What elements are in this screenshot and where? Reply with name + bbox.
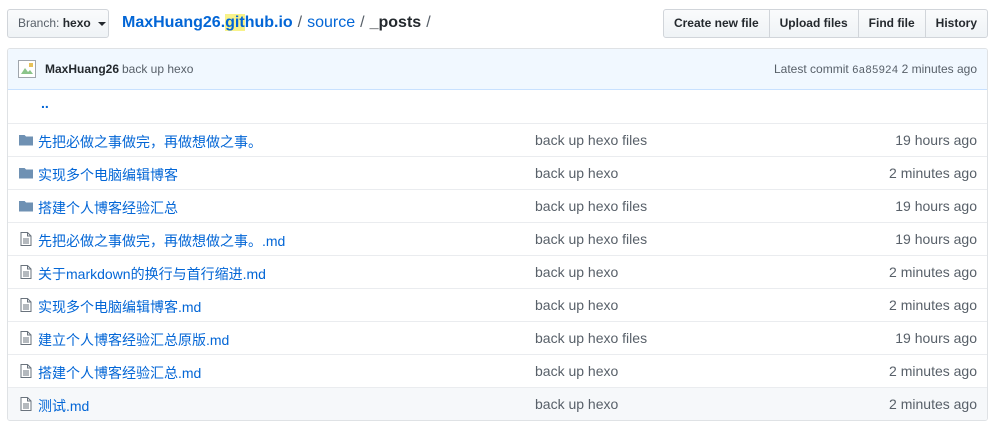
breadcrumb-separator: /	[297, 14, 303, 31]
repo-name-highlight: git	[225, 14, 245, 31]
file-name-link[interactable]: 先把必做之事做完，再做想做之事。	[38, 132, 262, 152]
file-row[interactable]: 关于markdown的换行与首行缩进.md back up hexo 2 minut…	[8, 255, 987, 288]
caret-down-icon	[98, 21, 107, 26]
find-file-button[interactable]: Find file	[857, 9, 926, 38]
file-commit-message[interactable]: back up hexo	[535, 165, 618, 181]
breadcrumb-current: _posts	[369, 14, 422, 31]
file-rows: 先把必做之事做完，再做想做之事。 back up hexo files 19 hou…	[8, 123, 987, 420]
file-icon	[18, 396, 34, 412]
folder-row[interactable]: 实现多个电脑编辑博客 back up hexo 2 minutes ago	[8, 156, 987, 189]
file-icon	[18, 297, 34, 313]
file-name-link[interactable]: 先把必做之事做完，再做想做之事。.md	[38, 231, 285, 251]
file-actions: Create new file Upload files Find file H…	[662, 9, 988, 38]
file-commit-message[interactable]: back up hexo files	[535, 198, 647, 214]
file-commit-message[interactable]: back up hexo	[535, 363, 618, 379]
branch-select-button[interactable]: Branch: hexo	[7, 9, 109, 38]
file-name-link[interactable]: 关于markdown的换行与首行缩进.md	[38, 264, 266, 284]
file-commit-age: 19 hours ago	[895, 198, 977, 214]
folder-row[interactable]: 搭建个人博客经验汇总 back up hexo files 19 hours ago	[8, 189, 987, 222]
latest-commit-label: Latest commit	[774, 62, 849, 76]
branch-name: hexo	[62, 16, 91, 30]
file-row[interactable]: 搭建个人博客经验汇总.md back up hexo 2 minutes ago	[8, 354, 987, 387]
file-commit-age: 2 minutes ago	[889, 264, 977, 280]
broken-avatar-icon[interactable]	[18, 60, 36, 78]
file-name-link[interactable]: 建立个人博客经验汇总原版.md	[38, 330, 229, 350]
file-commit-message[interactable]: back up hexo	[535, 264, 618, 280]
commit-message[interactable]: back up hexo	[122, 62, 193, 76]
file-list: MaxHuang26 back up hexo Latest commit 6a…	[7, 48, 988, 421]
commit-sha[interactable]: 6a85924	[852, 65, 898, 77]
file-name-link[interactable]: 搭建个人博客经验汇总	[38, 198, 178, 218]
file-icon	[18, 330, 34, 346]
breadcrumb-separator: /	[360, 14, 365, 31]
parent-directory-row[interactable]: ..	[8, 90, 987, 123]
branch-prefix: Branch:	[18, 16, 60, 30]
file-row[interactable]: 先把必做之事做完，再做想做之事。.md back up hexo files 19 …	[8, 222, 987, 255]
latest-commit-bar: MaxHuang26 back up hexo Latest commit 6a…	[8, 49, 987, 90]
breadcrumb-repo-link[interactable]: MaxHuang26.github.io	[122, 14, 293, 31]
file-icon	[18, 231, 34, 247]
file-name-link[interactable]: 测试.md	[38, 396, 89, 416]
commit-author[interactable]: MaxHuang26	[45, 62, 119, 76]
file-row[interactable]: 实现多个电脑编辑博客.md back up hexo 2 minutes ago	[8, 288, 987, 321]
commit-age: 2 minutes ago	[901, 62, 977, 76]
file-commit-age: 2 minutes ago	[889, 297, 977, 313]
create-new-file-button[interactable]: Create new file	[662, 9, 770, 38]
folder-icon	[18, 198, 34, 214]
file-icon	[18, 363, 34, 379]
repo-name-part1: MaxHuang26.	[122, 14, 226, 31]
breadcrumb: MaxHuang26.github.io / source / _posts /	[122, 11, 436, 35]
parent-directory-link[interactable]: ..	[41, 95, 49, 111]
file-commit-age: 2 minutes ago	[889, 165, 977, 181]
folder-icon	[18, 165, 34, 181]
latest-commit-info: Latest commit 6a85924 2 minutes ago	[774, 62, 977, 77]
repo-name-part2: hub.io	[244, 14, 293, 31]
file-row[interactable]: 测试.md back up hexo 2 minutes ago	[8, 387, 987, 420]
file-commit-message[interactable]: back up hexo files	[535, 231, 647, 247]
file-commit-age: 19 hours ago	[895, 132, 977, 148]
file-name-link[interactable]: 实现多个电脑编辑博客	[38, 165, 178, 185]
file-commit-message[interactable]: back up hexo	[535, 297, 618, 313]
folder-icon	[18, 132, 34, 148]
file-commit-age: 2 minutes ago	[889, 396, 977, 412]
file-commit-age: 19 hours ago	[895, 330, 977, 346]
file-name-link[interactable]: 搭建个人博客经验汇总.md	[38, 363, 201, 383]
file-name-link[interactable]: 实现多个电脑编辑博客.md	[38, 297, 201, 317]
file-commit-age: 2 minutes ago	[889, 363, 977, 379]
file-commit-message[interactable]: back up hexo files	[535, 132, 647, 148]
breadcrumb-source-link[interactable]: source	[307, 14, 355, 31]
file-commit-message[interactable]: back up hexo	[535, 396, 618, 412]
breadcrumb-separator: /	[426, 14, 431, 31]
file-row[interactable]: 建立个人博客经验汇总原版.md back up hexo files 19 hour…	[8, 321, 987, 354]
file-icon	[18, 264, 34, 280]
top-bar: Branch: hexo MaxHuang26.github.io / source…	[7, 9, 988, 38]
folder-row[interactable]: 先把必做之事做完，再做想做之事。 back up hexo files 19 hou…	[8, 123, 987, 156]
file-commit-message[interactable]: back up hexo files	[535, 330, 647, 346]
upload-files-button[interactable]: Upload files	[768, 9, 859, 38]
history-button[interactable]: History	[924, 9, 988, 38]
file-commit-age: 19 hours ago	[895, 231, 977, 247]
